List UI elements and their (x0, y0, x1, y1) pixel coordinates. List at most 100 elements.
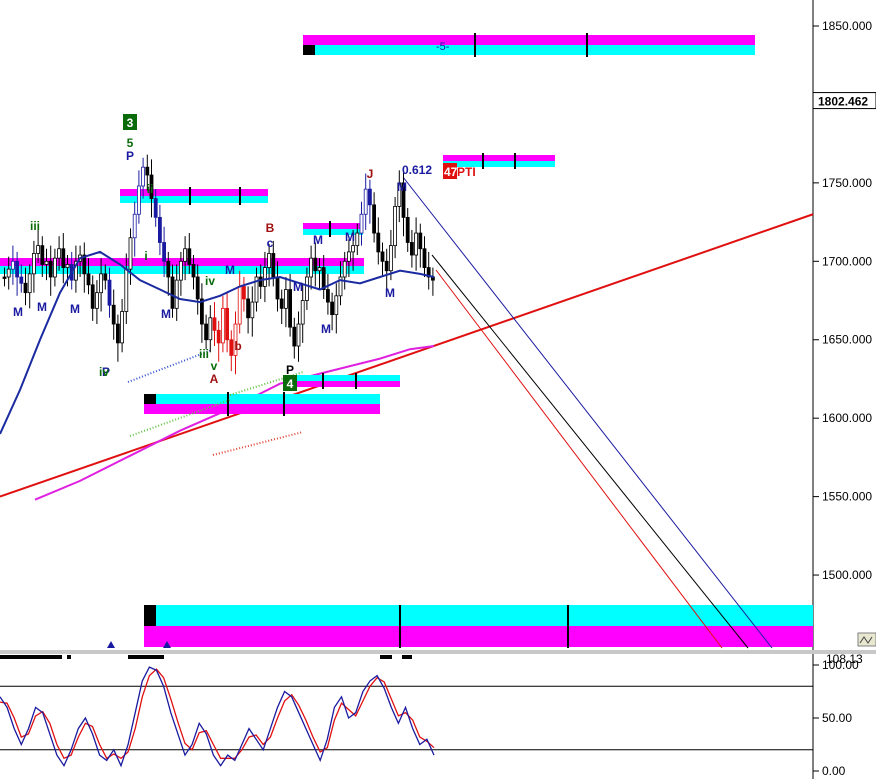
candle-body (313, 257, 318, 272)
candle-body (288, 289, 293, 328)
wave-count-label: P (286, 363, 294, 377)
m-marker-label: M (37, 300, 47, 314)
candle-body (241, 286, 246, 300)
m-marker-label: M (321, 322, 331, 336)
wave5-target-band-magenta (303, 35, 755, 45)
lower-support-magenta (144, 404, 380, 414)
candle-body (267, 253, 272, 268)
candle-body (384, 260, 389, 272)
candle-body (48, 260, 53, 278)
candle-body (355, 232, 360, 247)
candle-body (10, 260, 15, 270)
candle-body (195, 276, 200, 300)
candle-body (2, 276, 7, 279)
candle-body (136, 185, 141, 215)
candle-body (262, 267, 267, 287)
candle-body (405, 216, 410, 243)
candle-body (107, 279, 112, 306)
price-tick-label: 1550.000 (822, 490, 872, 504)
upper-band-magenta (120, 189, 268, 196)
wave-count-label: iii (199, 347, 209, 361)
candle-body (409, 242, 414, 256)
candle-body (141, 166, 146, 187)
price-tick-label: 1650.000 (822, 333, 872, 347)
candle-body (6, 268, 11, 278)
candle-body (103, 273, 108, 281)
m-marker-label: M (293, 280, 303, 294)
candle-body (23, 282, 28, 294)
candle-body (162, 242, 167, 262)
candle-body (120, 311, 124, 344)
candle-body (19, 276, 24, 284)
candle-body (325, 289, 330, 303)
candle-body (351, 245, 356, 253)
m-marker-label: M (313, 233, 323, 247)
price-tick-label: 1850.000 (822, 19, 872, 33)
oscillator-signal-bar (67, 655, 71, 659)
candle-body (32, 253, 36, 275)
oscillator-top-value: 108.13 (826, 652, 863, 666)
wave-count-label: iii (30, 219, 40, 233)
wave-count-label: P (126, 149, 134, 163)
candle-body (166, 260, 171, 278)
wave-count-label: ii (147, 182, 154, 196)
wave5-target-band-cyan (303, 45, 755, 55)
candle-body (145, 166, 150, 176)
mid-band-small-magenta (303, 223, 363, 229)
price-tick-label: 1500.000 (822, 568, 872, 582)
candle-body (363, 188, 368, 215)
candle-body (250, 301, 255, 319)
candle-body (116, 323, 120, 344)
candle-body (208, 317, 213, 341)
oscillator-signal-bar (128, 655, 164, 659)
chart-window: 1850.000 1750.000 1700.000 1650.000 1600.000… (0, 0, 876, 779)
wave-count-label: J (367, 167, 374, 181)
oscillator-signal-bar (0, 655, 62, 659)
candle-body (229, 339, 234, 356)
candle-body (422, 248, 427, 268)
candle-body (170, 276, 175, 309)
wave5-band-label: -5- (436, 41, 450, 53)
bottom-band-marker (144, 605, 156, 626)
m-marker-label: M (385, 286, 395, 300)
candle-body (157, 216, 162, 243)
candle-body (300, 300, 305, 325)
m-marker-label: M (70, 302, 80, 316)
upper-band-cyan (120, 196, 268, 203)
fib-ratio-label: 0.612 (402, 163, 432, 177)
candle-body (304, 276, 309, 301)
m-marker-label: M (225, 263, 235, 277)
candle-body (330, 301, 335, 316)
candle-body (372, 204, 377, 234)
candle-body (99, 273, 103, 294)
oscillator-signal-bar (380, 655, 392, 659)
candle-body (90, 284, 95, 309)
lower-support-cyan (144, 394, 380, 404)
price-chart[interactable]: 1850.000 1750.000 1700.000 1650.000 1600.000… (0, 0, 876, 779)
current-price-label: 1802.462 (818, 95, 868, 109)
wave-count-label: 5 (127, 136, 134, 150)
candle-body (359, 213, 364, 234)
oscillator-tick-label: 50.00 (822, 711, 852, 725)
price-tick-label: 1700.000 (822, 254, 872, 268)
wave5-band-marker (303, 45, 315, 55)
candle-body (317, 267, 322, 272)
candle-body (65, 264, 70, 268)
bottom-band-cyan (144, 605, 813, 626)
support-band-cyan (295, 375, 400, 381)
pti-value: 47 (444, 165, 458, 179)
candle-body (57, 248, 61, 259)
wave-count-label: B (266, 221, 275, 235)
candle-body (380, 251, 385, 262)
wave-count-label: c (267, 236, 274, 250)
candle-body (40, 245, 45, 265)
candle-body (292, 326, 297, 347)
wave-count-label: 4 (287, 377, 294, 391)
candle-body (124, 268, 129, 312)
candle-body (279, 298, 284, 309)
candle-body (346, 251, 351, 262)
candle-body (183, 248, 188, 262)
candle-body (53, 257, 57, 278)
m-marker-label: M (397, 180, 407, 194)
panel-separator (0, 650, 876, 654)
